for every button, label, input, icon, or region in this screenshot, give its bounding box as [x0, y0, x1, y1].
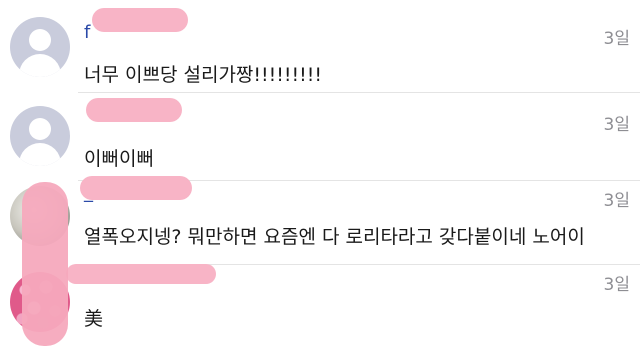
comment-timestamp: 3일: [603, 115, 630, 135]
comment-timestamp: 3일: [603, 275, 630, 295]
person-icon: [29, 118, 51, 140]
comment-timestamp: 3일: [603, 191, 630, 211]
person-body-icon: [19, 143, 61, 166]
comment-text: 열폭오지넹? 뭐만하면 요즘엔 다 로리타라고 갖다붙이네 노어이: [84, 226, 585, 248]
comment-item: _ 3일 열폭오지넹? 뭐만하면 요즘엔 다 로리타라고 갖다붙이네 노어이: [0, 176, 640, 264]
person-body-icon: [19, 54, 61, 77]
comment-item: f 3일 너무 이쁘당 설리가짱!!!!!!!!!: [0, 0, 640, 92]
avatar[interactable]: [10, 106, 70, 166]
redaction-mark: [92, 8, 188, 32]
redaction-mark: [86, 98, 182, 122]
comment-item: 3일 이뻐이뻐: [0, 92, 640, 180]
comment-text: 이뻐이뻐: [84, 148, 154, 170]
comment-username[interactable]: f: [84, 22, 90, 44]
avatar[interactable]: [10, 17, 70, 77]
redaction-mark: [66, 264, 216, 284]
comment-timestamp: 3일: [603, 29, 630, 49]
redaction-mark: [80, 176, 192, 200]
person-icon: [29, 29, 51, 51]
comment-text: 美: [84, 308, 104, 330]
comment-divider: [78, 92, 640, 93]
comment-item: 3일 美: [0, 264, 640, 346]
comment-text: 너무 이쁘당 설리가짱!!!!!!!!!: [84, 64, 322, 86]
redaction-mark: [22, 182, 68, 346]
